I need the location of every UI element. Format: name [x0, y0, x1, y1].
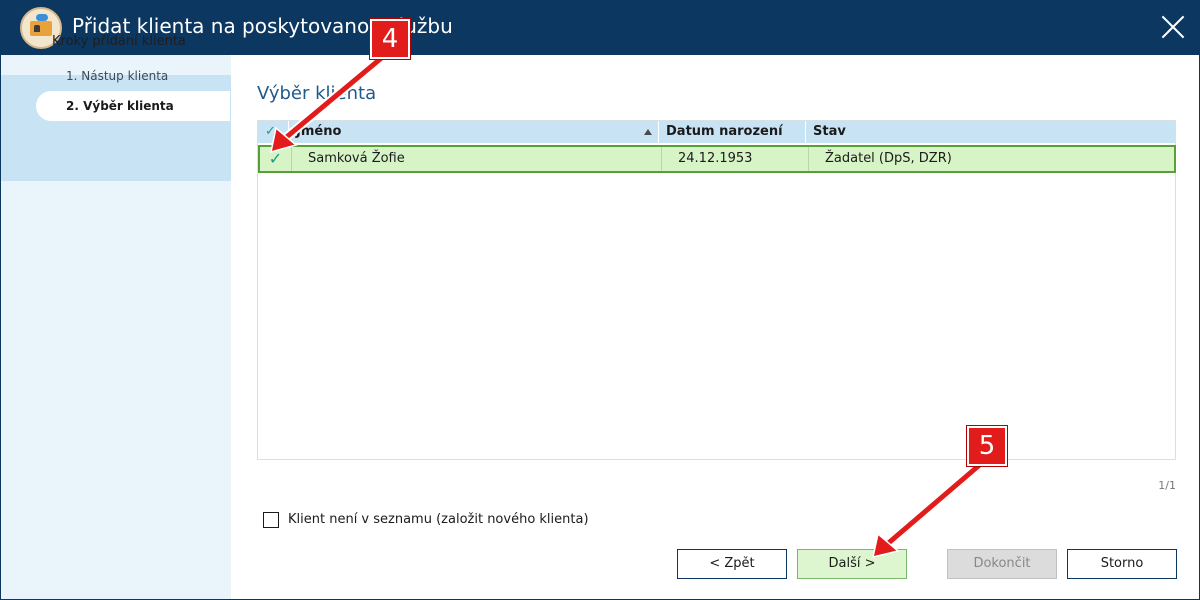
- callout-badge-5: 5: [967, 426, 1007, 466]
- finish-button: Dokončit: [947, 549, 1057, 579]
- sort-ascending-icon: [644, 129, 652, 135]
- next-button[interactable]: Další >: [797, 549, 907, 579]
- steps-sidebar: [1, 55, 231, 599]
- id-card-icon: [30, 21, 52, 36]
- page-title: Výběr klienta: [257, 83, 377, 104]
- cloud-icon: [36, 14, 48, 21]
- client-table: ✓ Jméno Datum narození Stav ✓ Samková Žo…: [257, 120, 1176, 460]
- step-item-nastup-klienta[interactable]: 1. Nástup klienta: [36, 61, 230, 91]
- select-all-check-icon[interactable]: ✓: [258, 121, 289, 143]
- step-item-vyber-klienta[interactable]: 2. Výběr klienta: [36, 91, 230, 121]
- cell-status: Žadatel (DpS, DZR): [808, 147, 1174, 171]
- column-header-status[interactable]: Stav: [806, 121, 1175, 143]
- cell-name: Samková Žofie: [291, 147, 661, 171]
- cancel-button[interactable]: Storno: [1067, 549, 1177, 579]
- cell-birth-date: 24.12.1953: [661, 147, 808, 171]
- steps-title: Kroky přidání klienta: [52, 34, 186, 49]
- column-header-birth-date[interactable]: Datum narození: [659, 121, 806, 143]
- table-header: ✓ Jméno Datum narození Stav: [258, 121, 1175, 143]
- new-client-checkbox[interactable]: [263, 512, 279, 528]
- page-indicator: 1/1: [1158, 479, 1176, 492]
- close-icon[interactable]: [1160, 14, 1186, 40]
- table-row[interactable]: ✓ Samková Žofie 24.12.1953 Žadatel (DpS,…: [258, 145, 1176, 173]
- column-header-name[interactable]: Jméno: [289, 121, 659, 143]
- row-checkmark-icon[interactable]: ✓: [260, 147, 291, 171]
- new-client-checkbox-label[interactable]: Klient není v seznamu (založit nového kl…: [288, 512, 589, 527]
- column-header-name-label: Jméno: [296, 124, 342, 139]
- back-button[interactable]: < Zpět: [677, 549, 787, 579]
- callout-badge-4: 4: [370, 19, 410, 59]
